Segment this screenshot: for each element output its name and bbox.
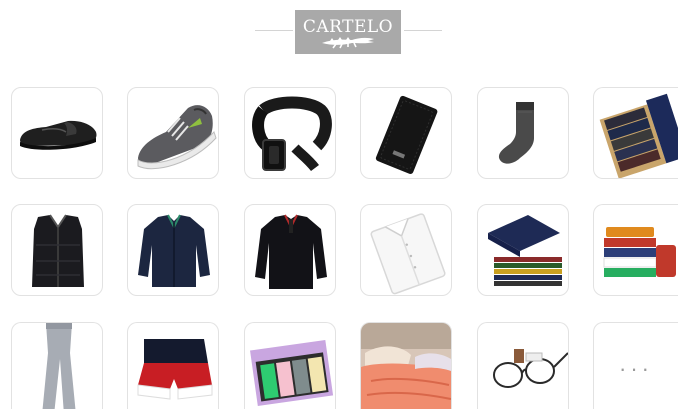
polo-long-sleeve-icon — [255, 214, 327, 289]
category-wallets[interactable] — [360, 87, 452, 179]
category-leggings[interactable] — [11, 322, 103, 409]
sneaker-icon — [137, 105, 217, 170]
underwear-box-icon — [250, 339, 334, 406]
category-grid: ··· — [0, 0, 678, 409]
more-icon: ··· — [619, 356, 653, 381]
category-socks[interactable] — [477, 87, 569, 179]
category-jackets[interactable] — [127, 204, 219, 296]
folded-sweaters-icon — [488, 215, 562, 286]
category-swim-shorts[interactable] — [127, 322, 219, 409]
dress-shirt-icon — [370, 213, 446, 295]
sock-icon — [498, 102, 534, 164]
sock-gift-box-icon — [599, 93, 678, 178]
vest-icon — [32, 214, 84, 287]
swim-shorts-icon — [137, 339, 213, 400]
category-vests[interactable] — [11, 204, 103, 296]
category-folded-polos[interactable] — [593, 204, 678, 296]
category-polo-long-sleeve[interactable] — [244, 204, 336, 296]
category-dress-shirts[interactable] — [360, 204, 452, 296]
bedding-icon — [361, 323, 451, 409]
folded-polos-icon — [603, 227, 676, 277]
category-belts[interactable] — [244, 87, 336, 179]
category-folded-sweaters[interactable] — [477, 204, 569, 296]
glasses-icon — [493, 349, 568, 388]
category-sneakers[interactable] — [127, 87, 219, 179]
belt-icon — [252, 96, 332, 172]
category-loafers[interactable] — [11, 87, 103, 179]
wallet-icon — [375, 95, 438, 174]
category-underwear-box[interactable] — [244, 322, 336, 409]
jacket-icon — [138, 214, 210, 287]
category-bedding[interactable] — [360, 322, 452, 409]
category-more[interactable]: ··· — [593, 322, 678, 409]
leggings-icon — [42, 323, 76, 409]
loafer-shoe-icon — [20, 120, 97, 150]
category-glasses[interactable] — [477, 322, 569, 409]
category-sock-gift-box[interactable] — [593, 87, 678, 179]
